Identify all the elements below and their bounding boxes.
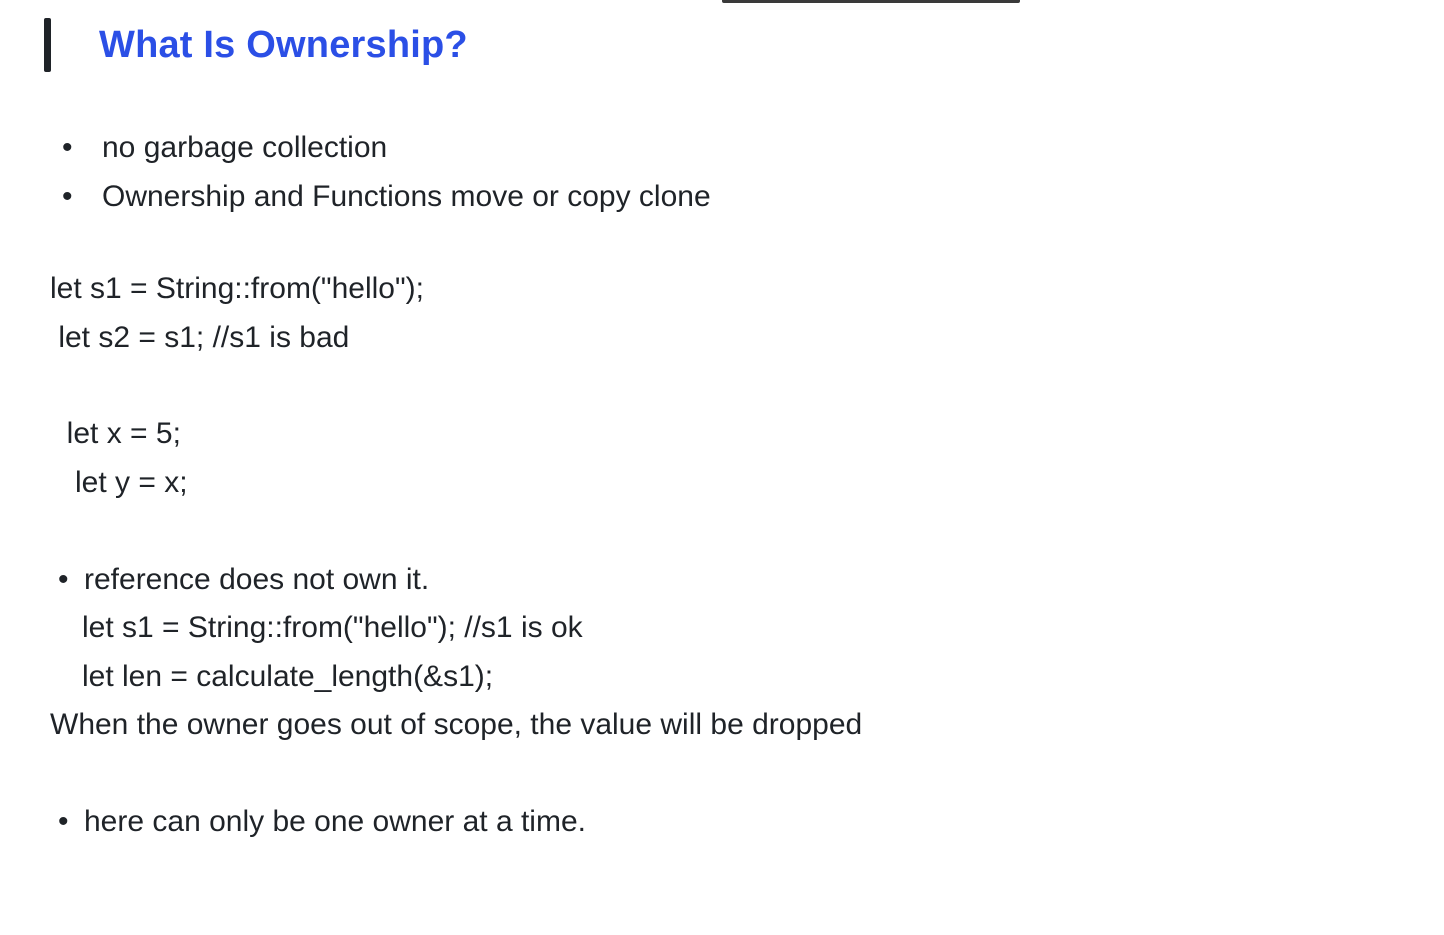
scope-note: When the owner goes out of scope, the va…: [44, 701, 1444, 750]
code-line: let len = calculate_length(&s1);: [82, 660, 493, 693]
blank-line: [44, 750, 1444, 798]
page-title: What Is Ownership?: [99, 24, 468, 67]
list-item: Ownership and Functions move or copy clo…: [44, 173, 1444, 222]
list-sub-line: let s1 = String::from("hello"); //s1 is …: [44, 604, 1444, 653]
last-bullet-list: here can only be one owner at a time.: [44, 798, 1444, 847]
top-tab-shadow: [722, 0, 1020, 3]
ref-bullet-list: reference does not own it. let s1 = Stri…: [44, 556, 1444, 702]
list-item: no garbage collection: [44, 124, 1444, 173]
content-area: no garbage collection Ownership and Func…: [44, 124, 1444, 847]
list-item-text: no garbage collection: [102, 131, 387, 164]
blank-line: [44, 508, 1444, 556]
heading-row: What Is Ownership?: [44, 18, 1444, 72]
code-line: let s2 = s1; //s1 is bad: [50, 314, 1444, 363]
code-line: let x = 5;: [50, 410, 1444, 459]
code-block: let s1 = String::from("hello"); let s2 =…: [44, 265, 1444, 507]
code-line: let s1 = String::from("hello");: [50, 265, 1444, 314]
list-item-text: reference does not own it.: [84, 563, 429, 596]
list-item-text: here can only be one owner at a time.: [84, 805, 586, 838]
heading-accent-bar: [44, 18, 51, 72]
code-line: let y = x;: [50, 459, 1444, 508]
list-item-text: Ownership and Functions move or copy clo…: [102, 180, 711, 213]
code-line: let s1 = String::from("hello"); //s1 is …: [82, 611, 583, 644]
list-item: reference does not own it.: [44, 556, 1444, 605]
blank-line: [50, 362, 1444, 410]
list-item: here can only be one owner at a time.: [44, 798, 1444, 847]
list-sub-line: let len = calculate_length(&s1);: [44, 653, 1444, 702]
top-bullet-list: no garbage collection Ownership and Func…: [44, 124, 1444, 221]
